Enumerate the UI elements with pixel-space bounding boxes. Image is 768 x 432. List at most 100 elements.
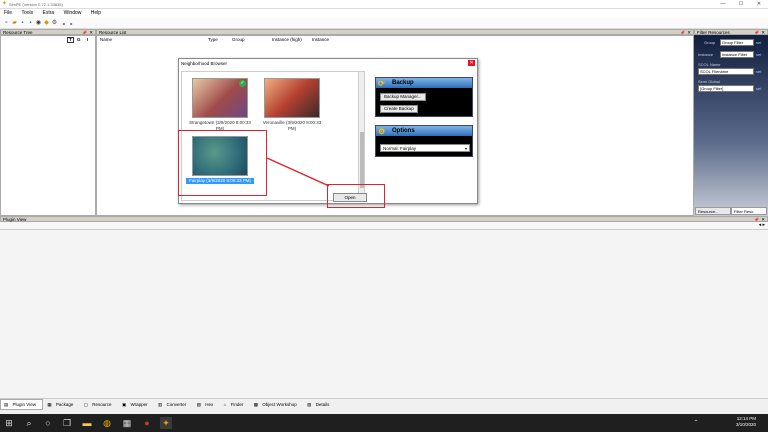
group-set-link[interactable]: set — [756, 40, 761, 45]
instance-filter-label: Instance — [698, 52, 714, 57]
bottom-tab-strip: ▤ Plugin View ▦ Package ▢ Resource ▣ Wra… — [0, 398, 768, 410]
filter-resources-header: Filter Resources 📌 ✕ — [694, 29, 768, 35]
backup-manager-button[interactable]: Backup Manager... — [380, 93, 426, 101]
semi-global-label: Semi Global — [698, 79, 720, 84]
create-backup-button[interactable]: Create Backup — [380, 105, 418, 113]
chevron-down-icon: ▾ — [464, 146, 467, 151]
tree-group-button[interactable]: G — [77, 37, 81, 42]
tab-converter[interactable]: ▥ Converter — [155, 400, 192, 409]
chrome-icon[interactable]: ◍ — [101, 417, 113, 429]
close-icon[interactable]: ✕ — [761, 30, 765, 35]
folder-icon[interactable]: ◆ — [43, 20, 50, 27]
tab-object-workshop-label: Object Workshop — [262, 402, 297, 407]
tab-filter-resources[interactable]: Filter Reso — [731, 207, 767, 215]
group-filter-label: Group — [704, 40, 716, 45]
open-button-highlight-box — [327, 184, 385, 208]
backup-title: Backup — [392, 80, 414, 86]
save-icon[interactable]: ▪ — [19, 20, 26, 27]
options-select[interactable]: Normal: Fairplay ▾ — [380, 144, 470, 152]
minimize-button[interactable]: — — [714, 0, 732, 9]
search-icon[interactable]: ⌕ — [23, 417, 35, 429]
fairplay-highlight-box — [178, 130, 267, 196]
tab-details-label: Details — [315, 402, 330, 407]
tab-resource[interactable]: ▢ Resource — [81, 400, 118, 409]
scrollbar-thumb[interactable] — [360, 132, 364, 188]
file-explorer-icon[interactable]: ▬ — [81, 417, 93, 429]
options-title: Options — [392, 128, 415, 134]
windows-taskbar: ⊞ ⌕ ○ ❐ ▬ ◍ ▦ ● ✦ ⌃ 12:14 PM 3/10/2020 — [0, 414, 768, 432]
dialog-close-button[interactable]: ✕ — [468, 60, 475, 66]
task-view-icon[interactable]: ❐ — [61, 417, 73, 429]
tab-finder-label: Finder — [230, 402, 244, 407]
semi-global-select[interactable]: [Group Filter] — [698, 85, 754, 92]
calculator-icon[interactable]: ▦ — [121, 417, 133, 429]
menu-help[interactable]: Help — [87, 9, 105, 18]
tree-type-button[interactable]: T — [67, 37, 74, 43]
simpe-taskbar-icon[interactable]: ✦ — [160, 417, 172, 429]
scol-label: SCOL Name — [698, 62, 721, 67]
window-title: SimPE (Version 0.72.1.33835) — [9, 2, 63, 7]
semi-set-link[interactable]: set — [756, 86, 761, 91]
windows-start-icon[interactable]: ⊞ — [3, 417, 15, 429]
cortana-icon[interactable]: ○ — [42, 417, 54, 429]
dialog-title: Neighborhood Browser — [181, 61, 228, 66]
simpe-app-icon: ✦ — [2, 1, 8, 7]
tab-plugin-view[interactable]: ▤ Plugin View — [0, 399, 43, 410]
options-header: ⚙ Options — [376, 126, 472, 136]
new-file-icon[interactable]: ▫ — [3, 20, 10, 27]
tab-resource[interactable]: Resource... — [695, 207, 731, 215]
close-window-button[interactable]: ✕ — [750, 0, 768, 9]
maximize-button[interactable]: ☐ — [732, 0, 750, 9]
tree-instance-button[interactable]: I — [87, 37, 88, 42]
strangetown-thumbnail[interactable]: ✓ — [192, 78, 248, 118]
tab-package-label: Package — [55, 402, 74, 407]
options-icon: ⚙ — [378, 127, 386, 136]
neighborhood-icon[interactable]: ◉ — [35, 20, 42, 27]
list-scrollbar[interactable] — [358, 72, 364, 202]
pin-icon[interactable]: 📌 — [754, 30, 759, 35]
plugin-view-panel: Plugin View 📌 ✕ ◂ ▸ — [0, 216, 768, 398]
tab-hex-label: Hex — [205, 402, 214, 407]
tab-converter-label: Converter — [166, 402, 187, 407]
tab-object-workshop[interactable]: ▩ Object Workshop — [251, 400, 303, 409]
resource-tree-pane[interactable]: T G I — [0, 35, 96, 216]
tab-finder[interactable]: ⌂ Finder — [221, 400, 250, 409]
toolbar: ▫ ▰ ▪ ▪ ◉ ◆ ⚙ ◂ ▸ — [0, 18, 768, 29]
column-type[interactable]: Type — [208, 37, 218, 42]
tab-details[interactable]: ▨ Details — [304, 400, 335, 409]
column-instance-high[interactable]: Instance (high) — [272, 37, 302, 42]
menu-tools[interactable]: Tools — [17, 9, 37, 18]
instance-set-link[interactable]: set — [756, 52, 761, 57]
title-bar: ✦ SimPE (Version 0.72.1.33835) — ☐ ✕ — [0, 0, 768, 9]
menu-file[interactable]: File — [0, 9, 16, 18]
scol-set-link[interactable]: set — [756, 69, 761, 74]
column-name[interactable]: Name — [100, 37, 112, 42]
tab-wrapper[interactable]: ▣ Wrapper — [119, 400, 154, 409]
tray-arrow-icon[interactable]: ⌃ — [690, 417, 702, 429]
group-filter-input[interactable]: Group Filter — [720, 39, 754, 46]
backup-panel: ⟳ Backup Backup Manager... Create Backup — [375, 77, 473, 117]
tab-hex[interactable]: ▧ Hex — [194, 400, 220, 409]
open-folder-icon[interactable]: ▰ — [11, 20, 18, 27]
instance-filter-input[interactable]: Instance Filter — [720, 51, 754, 58]
tab-resource-label: Resource — [92, 402, 112, 407]
forward-icon[interactable]: ▸ — [68, 20, 75, 27]
menu-window[interactable]: Window — [60, 9, 86, 18]
back-icon[interactable]: ◂ — [60, 20, 67, 27]
taskbar-clock[interactable]: 12:14 PM 3/10/2020 — [736, 416, 756, 428]
menu-extra[interactable]: Extra — [39, 9, 59, 18]
scol-filename-input[interactable]: SCOL Filename — [698, 68, 754, 75]
settings-icon[interactable]: ⚙ — [51, 20, 58, 27]
clock-date: 3/10/2020 — [735, 422, 756, 427]
veronaville-label[interactable]: Veronaville (3/9/2020 8:00:33 PM) — [258, 120, 326, 131]
filter-resources-title: Filter Resources — [697, 30, 730, 35]
veronaville-thumbnail[interactable] — [264, 78, 320, 118]
tab-package[interactable]: ▦ Package — [44, 400, 79, 409]
save-as-icon[interactable]: ▪ — [27, 20, 34, 27]
column-instance[interactable]: Instance — [312, 37, 329, 42]
tab-scroll-icon[interactable]: ◂ ▸ — [759, 222, 765, 228]
app-icon[interactable]: ● — [141, 417, 153, 429]
filter-resources-panel: Filter Resources 📌 ✕ Group Group Filter … — [694, 29, 768, 216]
column-group[interactable]: Group — [232, 37, 245, 42]
tab-plugin-view-label: Plugin View — [12, 402, 36, 407]
